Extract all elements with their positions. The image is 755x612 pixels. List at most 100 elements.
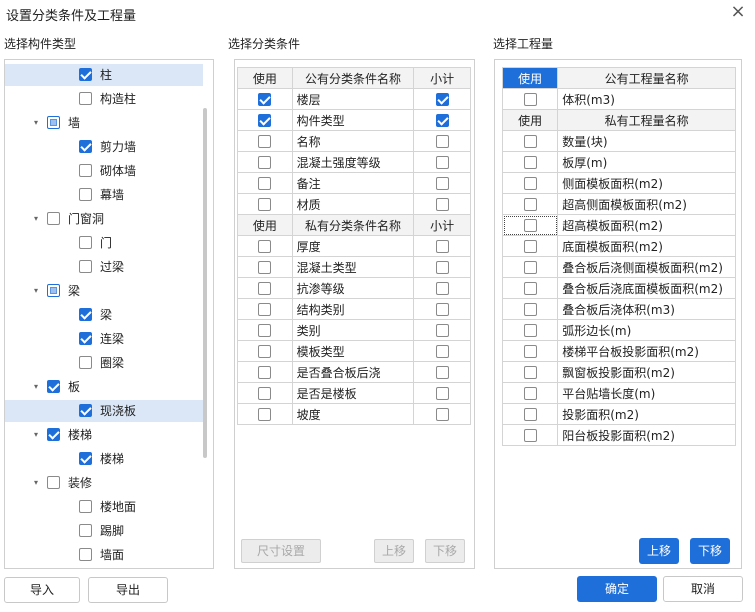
quantity-row[interactable]: 板厚(m)	[501, 151, 736, 173]
quantity-row[interactable]: 投影面积(m2)	[501, 403, 736, 425]
tree-item[interactable]: 梁	[5, 304, 203, 326]
tree-checkbox[interactable]	[47, 212, 60, 225]
tree-scrollbar[interactable]	[203, 108, 207, 458]
quantity-row[interactable]: 平台贴墙长度(m)	[501, 382, 736, 404]
tree-item[interactable]: 楼地面	[5, 496, 203, 518]
quantity-row[interactable]: 阳台板投影面积(m2)	[501, 424, 736, 446]
use-checkbox[interactable]	[258, 114, 272, 127]
use-checkbox[interactable]	[523, 303, 537, 316]
quantity-row[interactable]: 弧形边长(m)	[501, 319, 736, 341]
subtotal-checkbox[interactable]	[435, 114, 449, 127]
tree-checkbox[interactable]	[79, 500, 92, 513]
tree-group[interactable]: ▾ 楼梯	[5, 424, 203, 446]
quantity-row[interactable]: 侧面模板面积(m2)	[501, 172, 736, 194]
condition-row[interactable]: 厚度	[237, 235, 471, 257]
tree-group[interactable]: ▾ 墙	[5, 112, 203, 134]
tree-checkbox[interactable]	[79, 308, 92, 321]
tree-item[interactable]: 柱	[5, 64, 203, 86]
tree-checkbox[interactable]	[79, 188, 92, 201]
cancel-button[interactable]: 取消	[663, 576, 743, 602]
use-checkbox[interactable]	[258, 93, 272, 106]
use-checkbox[interactable]	[258, 282, 272, 295]
use-checkbox[interactable]	[523, 135, 537, 148]
condition-row[interactable]: 名称	[237, 130, 471, 152]
tree-checkbox[interactable]	[79, 452, 92, 465]
use-checkbox[interactable]	[258, 387, 272, 400]
tree-checkbox[interactable]	[79, 236, 92, 249]
tree-item[interactable]: 幕墙	[5, 184, 203, 206]
condition-row[interactable]: 是否是楼板	[237, 382, 471, 404]
subtotal-checkbox[interactable]	[435, 282, 449, 295]
quantity-row[interactable]: 楼梯平台板投影面积(m2)	[501, 340, 736, 362]
use-checkbox[interactable]	[523, 177, 537, 190]
use-checkbox[interactable]	[523, 345, 537, 358]
tree-checkbox[interactable]	[79, 332, 92, 345]
quantity-row[interactable]: 叠合板后浇侧面模板面积(m2)	[501, 256, 736, 278]
quantity-row[interactable]: 数量(块)	[501, 130, 736, 152]
tree-item[interactable]: 现浇板	[5, 400, 203, 422]
use-checkbox[interactable]	[523, 219, 537, 232]
tree-item[interactable]: 过梁	[5, 256, 203, 278]
close-icon[interactable]: ×	[728, 2, 748, 22]
use-checkbox[interactable]	[258, 366, 272, 379]
use-checkbox[interactable]	[258, 303, 272, 316]
subtotal-checkbox[interactable]	[435, 387, 449, 400]
quantity-row[interactable]: 底面模板面积(m2)	[501, 235, 736, 257]
quantity-move-up-button[interactable]: 上移	[639, 538, 679, 564]
subtotal-checkbox[interactable]	[435, 324, 449, 337]
use-checkbox[interactable]	[258, 408, 272, 421]
tree-checkbox[interactable]	[79, 68, 92, 81]
quantity-row[interactable]: 叠合板后浇底面模板面积(m2)	[501, 277, 736, 299]
quantity-row[interactable]: 叠合板后浇体积(m3)	[501, 298, 736, 320]
use-checkbox[interactable]	[523, 324, 537, 337]
condition-row[interactable]: 混凝土类型	[237, 256, 471, 278]
export-button[interactable]: 导出	[88, 577, 168, 603]
condition-row[interactable]: 材质	[237, 193, 471, 215]
subtotal-checkbox[interactable]	[435, 177, 449, 190]
subtotal-checkbox[interactable]	[435, 135, 449, 148]
tree-checkbox[interactable]	[47, 284, 60, 297]
subtotal-checkbox[interactable]	[435, 345, 449, 358]
tree-checkbox[interactable]	[79, 356, 92, 369]
quantity-move-down-button[interactable]: 下移	[690, 538, 730, 564]
tree-checkbox[interactable]	[79, 140, 92, 153]
use-checkbox[interactable]	[523, 366, 537, 379]
import-button[interactable]: 导入	[4, 577, 80, 603]
condition-row[interactable]: 模板类型	[237, 340, 471, 362]
tree-group[interactable]: ▾ 门窗洞	[5, 208, 203, 230]
condition-row[interactable]: 结构类别	[237, 298, 471, 320]
chevron-down-icon[interactable]: ▾	[31, 376, 41, 398]
quantity-row[interactable]: 超高侧面模板面积(m2)	[501, 193, 736, 215]
chevron-down-icon[interactable]: ▾	[31, 280, 41, 302]
condition-row[interactable]: 楼层	[237, 88, 471, 110]
tree-item[interactable]: 墙面	[5, 544, 203, 566]
tree-item[interactable]: 连梁	[5, 328, 203, 350]
condition-move-down-button[interactable]: 下移	[425, 539, 465, 563]
use-checkbox[interactable]	[523, 429, 537, 442]
quantity-row[interactable]: 飘窗板投影面积(m2)	[501, 361, 736, 383]
quantity-row[interactable]: 体积(m3)	[501, 88, 736, 110]
use-checkbox[interactable]	[258, 261, 272, 274]
use-checkbox[interactable]	[258, 177, 272, 190]
use-checkbox[interactable]	[258, 240, 272, 253]
tree-checkbox[interactable]	[79, 524, 92, 537]
tree-item[interactable]: 门	[5, 232, 203, 254]
tree-item[interactable]: 构造柱	[5, 88, 203, 110]
use-checkbox[interactable]	[258, 324, 272, 337]
use-checkbox[interactable]	[258, 198, 272, 211]
size-settings-button[interactable]: 尺寸设置	[241, 539, 321, 563]
condition-move-up-button[interactable]: 上移	[374, 539, 414, 563]
subtotal-checkbox[interactable]	[435, 198, 449, 211]
subtotal-checkbox[interactable]	[435, 366, 449, 379]
tree-item[interactable]: 剪力墙	[5, 136, 203, 158]
condition-row[interactable]: 备注	[237, 172, 471, 194]
use-checkbox[interactable]	[258, 135, 272, 148]
tree-item[interactable]: 圈梁	[5, 352, 203, 374]
tree-checkbox[interactable]	[47, 380, 60, 393]
use-checkbox[interactable]	[258, 156, 272, 169]
condition-row[interactable]: 抗渗等级	[237, 277, 471, 299]
quantity-row[interactable]: 超高模板面积(m2)	[501, 214, 736, 236]
tree-item[interactable]: 踢脚	[5, 520, 203, 542]
tree-checkbox[interactable]	[79, 548, 92, 561]
tree-group[interactable]: ▾ 板	[5, 376, 203, 398]
